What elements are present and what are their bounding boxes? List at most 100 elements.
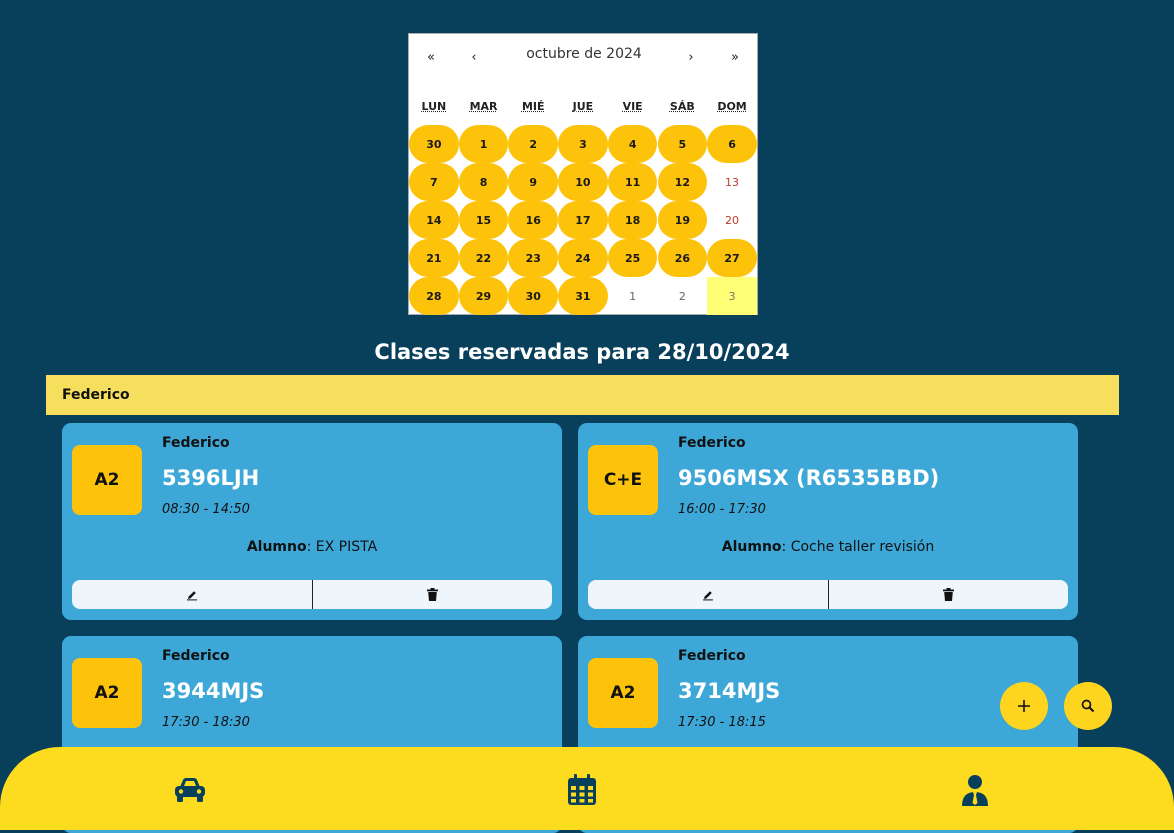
- calendar-day[interactable]: 7: [409, 163, 459, 201]
- plus-icon: [1018, 700, 1030, 712]
- student-label: Alumno: [246, 539, 307, 555]
- nav-profile[interactable]: [958, 773, 992, 807]
- prev-year-button[interactable]: «: [411, 46, 451, 68]
- calendar-day[interactable]: 15: [458, 201, 509, 239]
- card-instructor: Federico: [678, 648, 746, 664]
- calendar-day[interactable]: 5: [657, 125, 708, 163]
- calendar-day[interactable]: 3: [707, 277, 757, 315]
- next-year-button[interactable]: »: [715, 46, 755, 68]
- calendar-day[interactable]: 6: [707, 125, 757, 163]
- class-time: 17:30 - 18:30: [162, 715, 250, 730]
- calendar-day[interactable]: 20: [707, 201, 757, 239]
- class-card: C+E Federico 9506MSX (R6535BBD) 16:00 - 17:…: [578, 423, 1078, 620]
- trash-icon: [942, 588, 954, 601]
- calendar-weekdays: LUN MAR MIÉ JUE VIE SÁB DOM: [409, 100, 757, 120]
- license-badge: A2: [72, 445, 142, 515]
- calendar-day[interactable]: 9: [508, 163, 559, 201]
- search-button[interactable]: [1064, 682, 1112, 730]
- next-month-button[interactable]: ›: [671, 46, 711, 68]
- license-badge: A2: [588, 658, 658, 728]
- pencil-icon: [702, 590, 713, 600]
- calendar-day[interactable]: 27: [707, 239, 757, 277]
- student-info: Alumno: EX PISTA: [62, 539, 562, 555]
- calendar-day[interactable]: 11: [607, 163, 658, 201]
- weekday-label: SÁB: [669, 100, 695, 113]
- calendar-day[interactable]: 30: [409, 125, 459, 163]
- calendar-day[interactable]: 10: [558, 163, 608, 201]
- calendar-day[interactable]: 22: [458, 239, 509, 277]
- trash-icon: [426, 588, 438, 601]
- calendar-day[interactable]: 4: [607, 125, 658, 163]
- calendar-day[interactable]: 1: [608, 277, 658, 315]
- vehicle-plate: 5396LJH: [162, 466, 260, 490]
- calendar-day[interactable]: 13: [707, 163, 757, 201]
- weekday-label: JUE: [572, 100, 594, 113]
- calendar-day[interactable]: 31: [558, 277, 608, 315]
- license-badge: A2: [72, 658, 142, 728]
- calendar-day[interactable]: 30: [508, 277, 559, 315]
- nav-calendar[interactable]: [565, 773, 599, 807]
- student-colon: :: [781, 539, 791, 555]
- class-time: 08:30 - 14:50: [162, 502, 250, 517]
- search-icon: [1081, 699, 1095, 713]
- calendar-day[interactable]: 28: [409, 277, 459, 315]
- class-time: 17:30 - 18:15: [678, 715, 766, 730]
- prev-month-button[interactable]: ‹: [454, 46, 494, 68]
- calendar-day[interactable]: 8: [458, 163, 509, 201]
- bottom-navigation: [0, 747, 1174, 830]
- calendar-navigation: « ‹ octubre de 2024 › »: [409, 34, 757, 78]
- calendar-month-label[interactable]: octubre de 2024: [504, 46, 664, 68]
- vehicle-plate: 3714MJS: [678, 679, 781, 703]
- calendar-icon: [568, 774, 596, 805]
- student-name: EX PISTA: [315, 539, 378, 555]
- edit-button[interactable]: [72, 580, 312, 609]
- card-instructor: Federico: [162, 648, 230, 664]
- student-name: Coche taller revisión: [790, 539, 935, 555]
- calendar-day[interactable]: 16: [508, 201, 559, 239]
- user-tie-icon: [962, 775, 988, 806]
- calendar-day[interactable]: 1: [458, 125, 509, 163]
- instructor-header: Federico: [46, 375, 1119, 415]
- weekday-label: DOM: [717, 100, 747, 113]
- add-class-button[interactable]: [1000, 682, 1048, 730]
- calendar-day[interactable]: 24: [558, 239, 608, 277]
- car-icon: [175, 778, 205, 802]
- student-info: Alumno: Coche taller revisión: [578, 539, 1078, 555]
- student-colon: :: [306, 539, 316, 555]
- delete-button[interactable]: [311, 580, 553, 609]
- card-actions: [72, 580, 552, 609]
- card-instructor: Federico: [162, 435, 230, 451]
- vehicle-plate: 9506MSX (R6535BBD): [678, 466, 940, 490]
- calendar-day[interactable]: 23: [508, 239, 559, 277]
- calendar-day[interactable]: 2: [658, 277, 708, 315]
- page-title: Clases reservadas para 28/10/2024: [374, 340, 790, 364]
- calendar-day[interactable]: 21: [409, 239, 459, 277]
- delete-button[interactable]: [827, 580, 1069, 609]
- class-time: 16:00 - 17:30: [678, 502, 766, 517]
- calendar-day[interactable]: 3: [558, 125, 608, 163]
- calendar-day[interactable]: 14: [409, 201, 459, 239]
- vehicle-plate: 3944MJS: [162, 679, 265, 703]
- calendar-days: 30 1 2 3 4 5 6 7 8 9 10 11 12 13 14 15 16 17 18 19 20 21 22 23 2…: [409, 125, 757, 315]
- weekday-label: MAR: [469, 100, 498, 113]
- pencil-icon: [186, 590, 197, 600]
- card-actions: [588, 580, 1068, 609]
- weekday-label: LUN: [421, 100, 447, 113]
- calendar-day[interactable]: 19: [657, 201, 708, 239]
- nav-vehicles[interactable]: [173, 773, 207, 807]
- calendar-day[interactable]: 2: [508, 125, 559, 163]
- weekday-label: VIE: [622, 100, 643, 113]
- weekday-label: MIÉ: [521, 100, 545, 113]
- student-label: Alumno: [721, 539, 782, 555]
- calendar-day[interactable]: 17: [558, 201, 608, 239]
- calendar-day[interactable]: 18: [607, 201, 658, 239]
- calendar-day[interactable]: 26: [657, 239, 708, 277]
- license-badge: C+E: [588, 445, 658, 515]
- calendar-day[interactable]: 25: [607, 239, 658, 277]
- class-card: A2 Federico 5396LJH 08:30 - 14:50 Alumno: EX…: [62, 423, 562, 620]
- card-instructor: Federico: [678, 435, 746, 451]
- calendar-day[interactable]: 12: [657, 163, 708, 201]
- edit-button[interactable]: [588, 580, 828, 609]
- calendar-day[interactable]: 29: [458, 277, 509, 315]
- date-calendar: « ‹ octubre de 2024 › » LUN MAR MIÉ JUE VIE S…: [408, 33, 758, 315]
